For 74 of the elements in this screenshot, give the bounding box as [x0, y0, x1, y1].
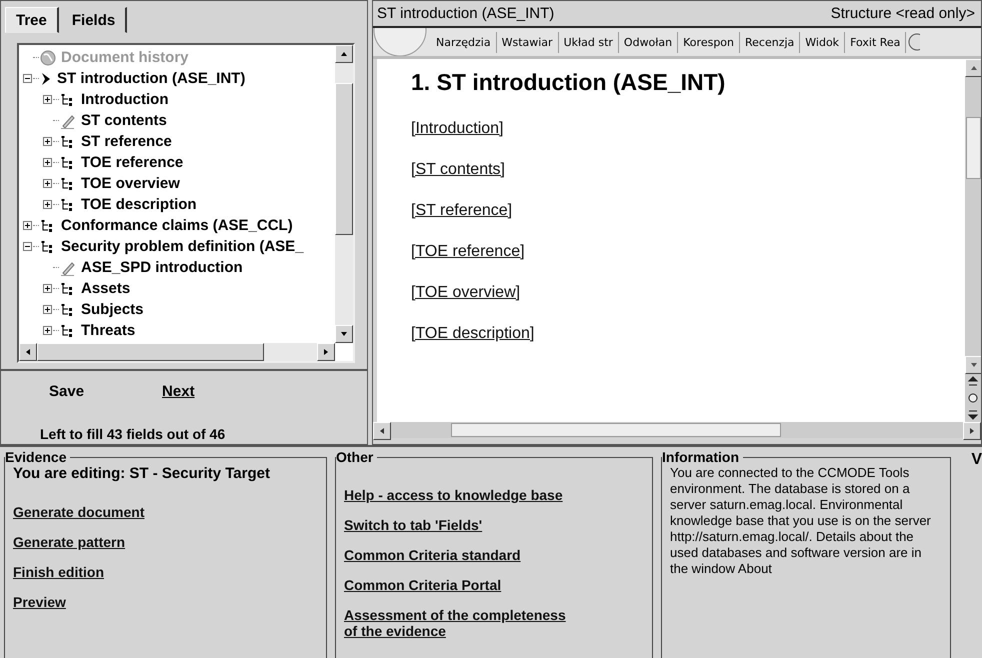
action-link[interactable]: Generate pattern: [13, 534, 318, 550]
expander-icon[interactable]: [43, 158, 53, 167]
action-link[interactable]: Common Criteria Portal: [344, 577, 644, 593]
pencil-icon: [60, 112, 76, 128]
ribbon-tab[interactable]: Wstawiar: [496, 32, 559, 52]
action-button[interactable]: Save: [49, 381, 84, 402]
tab[interactable]: Tree: [5, 7, 59, 33]
action-link[interactable]: Help - access to knowledge base: [344, 487, 644, 503]
action-link[interactable]: Assessment of the completeness of the evidence: [344, 607, 566, 639]
tree-item[interactable]: TOE description: [81, 196, 197, 213]
action-link[interactable]: Switch to tab 'Fields': [344, 517, 644, 533]
expander-icon[interactable]: [43, 200, 53, 209]
chevron-icon: [40, 70, 52, 86]
ribbon-tab[interactable]: Widok: [800, 32, 846, 52]
ribbon-tab[interactable]: Układ str: [558, 32, 619, 52]
tree-item[interactable]: Conformance claims (ASE_CCL): [61, 217, 293, 234]
tree-item[interactable]: ST reference: [81, 133, 172, 150]
ribbon-tab[interactable]: Odwołan: [618, 32, 678, 52]
document-link[interactable]: [TOE description]: [411, 325, 965, 343]
editing-text: You are editing: ST - Security Target: [13, 465, 271, 482]
scrollbar[interactable]: [965, 59, 981, 422]
group-title: Information: [662, 449, 740, 465]
information-text: You are connected to the CCMODE Tools environment. The database is stored on a server saturn.emag.local. Environmental knowledge base that you use is on the server http://saturn.emag.local/. Details about the used databases and software version are in the window About: [670, 465, 932, 577]
scrollbar[interactable]: [335, 45, 353, 343]
tree-item[interactable]: Security problem definition (ASE_: [61, 238, 304, 255]
ribbon-tab[interactable]: Foxit Rea: [845, 32, 906, 52]
tree-item[interactable]: Introduction: [81, 91, 168, 108]
expander-icon[interactable]: [43, 179, 53, 188]
action-link[interactable]: Generate document: [13, 504, 318, 520]
scroll-thumb[interactable]: [451, 423, 781, 437]
scrollbar[interactable]: [19, 343, 335, 361]
expander-icon[interactable]: [23, 74, 33, 83]
tree-item[interactable]: ASE_SPD introduction: [81, 259, 243, 276]
arrow-up-icon[interactable]: [340, 50, 348, 58]
expander-icon[interactable]: [43, 95, 53, 104]
document-title: ST introduction (ASE_INT): [377, 5, 554, 22]
tree-item[interactable]: ST introduction (ASE_INT): [57, 70, 246, 87]
tree-item[interactable]: TOE overview: [81, 175, 180, 192]
ribbon-tab[interactable]: Recenzja: [740, 32, 800, 52]
expander-icon[interactable]: [43, 137, 53, 146]
document-link[interactable]: [TOE overview]: [411, 284, 965, 302]
document-heading: 1. ST introduction (ASE_INT): [411, 69, 726, 96]
expander-icon[interactable]: [23, 242, 33, 251]
pencil-icon: [60, 260, 76, 276]
arrow-right-icon[interactable]: [322, 348, 330, 356]
group-title: V: [971, 451, 982, 469]
action-link[interactable]: Finish edition: [13, 564, 318, 580]
ribbon-tab[interactable]: Korespon: [678, 32, 740, 52]
expander-icon[interactable]: [43, 305, 53, 314]
arrow-left-icon[interactable]: [378, 427, 386, 435]
document-link[interactable]: [Introduction]: [411, 120, 965, 138]
ribbon-tab[interactable]: Narzędzia: [431, 32, 497, 52]
action-button[interactable]: Next: [162, 381, 195, 402]
expander-icon[interactable]: [43, 284, 53, 293]
group-title: Evidence: [5, 449, 68, 465]
document-link[interactable]: [TOE reference]: [411, 243, 965, 261]
tree-item[interactable]: Threats: [81, 322, 136, 339]
document-link[interactable]: [ST contents]: [411, 161, 965, 179]
arrow-down-icon[interactable]: [340, 330, 348, 338]
mode-label: Structure <read only>: [830, 5, 975, 22]
arrow-left-icon[interactable]: [24, 348, 32, 356]
scroll-thumb[interactable]: [966, 117, 981, 179]
tree-item[interactable]: ST contents: [81, 112, 167, 129]
status-text: Left to fill 43 fields out of 46: [39, 425, 226, 442]
expander-icon[interactable]: [43, 326, 53, 335]
tree-item[interactable]: Assets: [81, 280, 130, 297]
action-link[interactable]: Preview: [13, 594, 318, 610]
tree-item[interactable]: Subjects: [81, 301, 144, 318]
group-title: Other: [336, 449, 374, 465]
expander-icon[interactable]: [23, 221, 33, 230]
action-link[interactable]: Common Criteria standard: [344, 547, 644, 563]
document-link[interactable]: [ST reference]: [411, 202, 965, 220]
tree-item[interactable]: TOE reference: [81, 154, 184, 171]
arrow-right-icon[interactable]: [968, 427, 976, 435]
